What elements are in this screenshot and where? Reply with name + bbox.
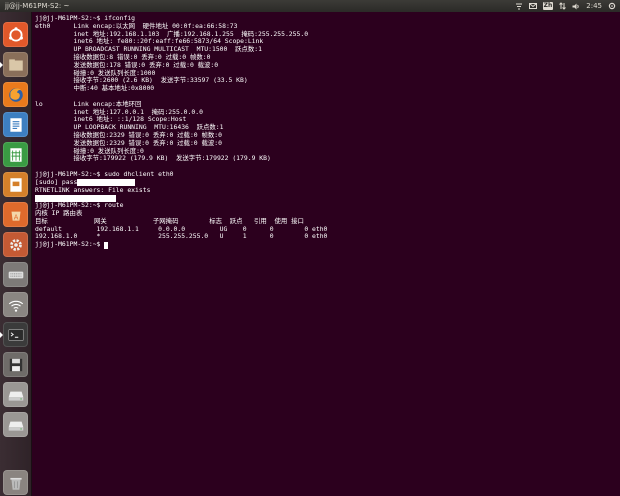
terminal-line-text: 192.168.1.0 * 255.255.255.0 U 1 0 0 eth0	[35, 232, 328, 241]
files-icon[interactable]	[3, 52, 28, 77]
terminal-cursor	[104, 241, 109, 249]
terminal-line-text: default 192.168.1.1 0.0.0.0 UG 0 0 0 eth…	[35, 224, 328, 233]
terminal-line-text: 中断:40 基本地址:0x8000	[35, 84, 155, 93]
volume-icon[interactable]	[572, 3, 580, 10]
system-tray: Zh 2:45	[509, 0, 620, 12]
writer-icon[interactable]	[3, 112, 28, 137]
calc-icon[interactable]	[3, 142, 28, 167]
input-method-label: Zh	[542, 2, 554, 10]
terminal-line-text: 接收数据包:8 错误:0 丢弃:0 过载:0 帧数:0	[35, 52, 211, 61]
terminal-line-text: 接收字节:179922 (179.9 KB) 发送字节:179922 (179.…	[35, 154, 271, 163]
terminal-line-text: 内核 IP 路由表	[35, 208, 83, 217]
power-gear-icon[interactable]	[608, 2, 616, 10]
terminal-output[interactable]: jj@jj-M61PM-S2:~$ ifconfig eth0 Link enca…	[31, 12, 620, 496]
terminal-line: RTNETLINK answers: File exists	[35, 185, 620, 195]
terminal-line-text: lo Link encap:本地环回	[35, 99, 142, 108]
firefox-icon[interactable]	[3, 82, 28, 107]
terminal-line-text: jj@jj-M61PM-S2:~$ ifconfig	[35, 14, 136, 22]
top-panel: jj@jj-M61PM-S2: ~ Zh 2:45	[0, 0, 620, 12]
launcher: A	[0, 12, 32, 496]
system-settings-icon[interactable]	[3, 232, 28, 257]
terminal-line-text: 接收数据包:2329 错误:0 丢弃:0 过载:0 帧数:0	[35, 130, 222, 139]
terminal-line-text: eth0 Link encap:以太网 硬件地址 00:0f:ea:66:58:…	[35, 21, 238, 30]
clock[interactable]: 2:45	[586, 2, 602, 10]
impress-icon[interactable]	[3, 172, 28, 197]
terminal-line-text: UP BROADCAST RUNNING MULTICAST MTU:1500 …	[35, 45, 262, 54]
network-icon[interactable]	[3, 292, 28, 317]
terminal-line-text: 目标 网关 子网掩码 标志 跃点 引用 使用 接口	[35, 216, 304, 225]
terminal-line: 接收字节:179922 (179.9 KB) 发送字节:179922 (179.…	[35, 154, 620, 163]
terminal-line-text: RTNETLINK answers: File exists	[35, 185, 151, 194]
terminal-line-text: UP LOOPBACK RUNNING MTU:16436 跃点数:1	[35, 123, 224, 132]
terminal-line-text: [sudo] pass	[35, 177, 78, 186]
sort-icon[interactable]	[515, 3, 523, 10]
running-indicator	[0, 332, 3, 338]
svg-text:A: A	[13, 213, 18, 221]
network-arrows-icon[interactable]	[559, 2, 567, 10]
window-title: jj@jj-M61PM-S2: ~	[5, 2, 70, 10]
terminal-line-text: 发送数据包:178 错误:0 丢弃:0 过载:0 载波:0	[35, 60, 219, 69]
terminal-icon[interactable]	[3, 322, 28, 347]
terminal-line: 192.168.1.0 * 255.255.255.0 U 1 0 0 eth0	[35, 232, 620, 241]
keyboard-icon[interactable]	[3, 262, 28, 287]
terminal-line: jj@jj-M61PM-S2:~$ route	[35, 201, 620, 210]
running-indicator	[0, 62, 3, 68]
terminal-line-text: 发送数据包:2329 错误:0 丢弃:0 过载:0 载波:0	[35, 138, 222, 147]
software-center-icon[interactable]: A	[3, 202, 28, 227]
dash-home-icon[interactable]	[3, 22, 28, 47]
drive-icon[interactable]	[3, 412, 28, 437]
terminal-line: jj@jj-M61PM-S2:~$ sudo dhclient eth0	[35, 169, 620, 179]
input-method-indicator[interactable]: Zh	[542, 2, 554, 10]
trash-icon[interactable]	[3, 470, 28, 495]
terminal-line: 中断:40 基本地址:0x8000	[35, 84, 620, 93]
floppy-icon[interactable]	[3, 352, 28, 377]
terminal-line-text: jj@jj-M61PM-S2:~$ sudo dhclient eth0	[35, 169, 174, 178]
terminal-line-text: jj@jj-M61PM-S2:~$	[35, 240, 105, 249]
terminal-line-text: jj@jj-M61PM-S2:~$ route	[35, 201, 124, 210]
drive-icon[interactable]	[3, 382, 28, 407]
terminal-line: jj@jj-M61PM-S2:~$	[35, 240, 620, 249]
mail-icon[interactable]	[528, 3, 537, 9]
